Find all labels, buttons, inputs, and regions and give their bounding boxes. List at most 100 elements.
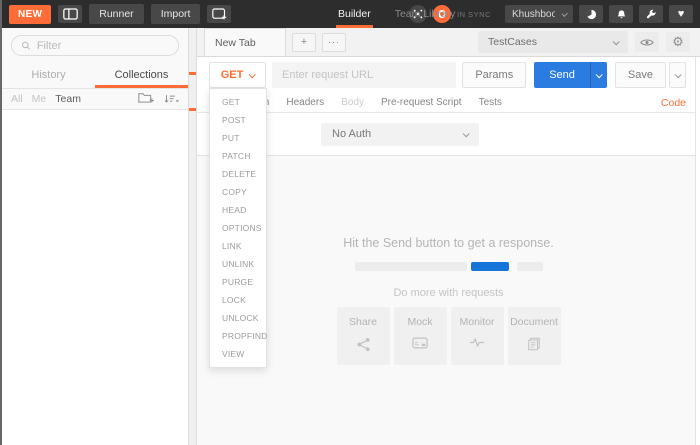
params-button[interactable]: Params <box>462 62 527 88</box>
search-icon <box>22 41 31 50</box>
eye-icon <box>640 38 654 46</box>
runner-button[interactable]: Runner <box>89 4 144 24</box>
send-options-button[interactable] <box>589 62 607 88</box>
sidebar-toggle-button[interactable] <box>58 5 83 23</box>
auth-type-select[interactable]: No Auth <box>321 122 479 146</box>
add-tab-button[interactable]: + <box>292 32 316 52</box>
send-button[interactable]: Send <box>534 62 590 88</box>
scope-me[interactable]: Me <box>32 93 47 105</box>
card-share-label: Share <box>348 316 378 328</box>
mock-server-icon <box>412 337 428 349</box>
method-option-propfind[interactable]: PROPFIND <box>210 327 267 345</box>
card-document[interactable]: Document <box>507 307 561 365</box>
method-option-patch[interactable]: PATCH <box>210 147 266 165</box>
filter-input[interactable] <box>36 39 169 52</box>
environment-name: TestCases <box>488 36 538 48</box>
card-mock[interactable]: Mock <box>393 307 447 365</box>
notifications-button[interactable] <box>609 5 633 23</box>
user-menu[interactable]: Khushboo ... <box>505 5 573 23</box>
url-input[interactable] <box>272 62 457 88</box>
response-hint: Hit the Send button to get a response. <box>343 236 554 250</box>
scope-filter-row: All Me Team <box>2 89 188 110</box>
method-option-unlock[interactable]: UNLOCK <box>210 309 266 327</box>
tab-history[interactable]: History <box>2 62 95 88</box>
splitter-handle-icon <box>189 72 196 75</box>
chevron-down-icon <box>596 70 604 78</box>
tab-tests[interactable]: Tests <box>479 97 502 108</box>
favorites-button[interactable]: ♥ <box>669 5 693 23</box>
request-url-row: GET Params Send Save <box>197 57 700 93</box>
collections-list[interactable] <box>2 110 188 445</box>
method-option-delete[interactable]: DELETE <box>210 165 266 183</box>
tab-team-library[interactable]: Team Library <box>393 0 458 28</box>
user-name: Khushboo ... <box>512 8 555 20</box>
method-option-post[interactable]: POST <box>210 111 266 129</box>
sort-icon <box>164 94 179 103</box>
scope-team[interactable]: Team <box>55 93 81 105</box>
tab-builder[interactable]: Builder <box>336 0 373 28</box>
method-option-link[interactable]: LINK <box>210 237 266 255</box>
builder-pane: New Tab + ··· TestCases ⚙ GET Enter requ… <box>197 28 700 445</box>
method-option-unlink[interactable]: UNLINK <box>210 255 266 273</box>
open-request-tab[interactable]: New Tab <box>204 28 286 56</box>
skeleton-segment <box>516 262 543 271</box>
document-icon <box>528 337 540 351</box>
more-tabs-button[interactable]: ··· <box>322 32 346 52</box>
splitter-handle-icon <box>189 108 196 111</box>
chevron-down-icon <box>674 70 682 78</box>
more-with-requests-label: Do more with requests <box>393 287 504 299</box>
tab-headers[interactable]: Headers <box>286 97 324 108</box>
new-button[interactable]: NEW <box>9 4 52 24</box>
card-document-label: Document <box>510 316 558 328</box>
environment-preview-button[interactable] <box>635 32 659 52</box>
gear-icon: ⚙ <box>672 34 684 49</box>
method-option-options[interactable]: OPTIONS <box>210 219 266 237</box>
share-icon <box>356 337 370 352</box>
chevron-down-icon <box>248 70 257 78</box>
method-label: GET <box>220 69 244 81</box>
tab-pre-request-script[interactable]: Pre-request Script <box>381 97 462 108</box>
top-bar: NEW Runner Import Builder Team Library I… <box>2 0 700 28</box>
sort-button[interactable] <box>164 92 179 107</box>
method-option-purge[interactable]: PURGE <box>210 273 266 291</box>
tab-body[interactable]: Body <box>341 97 364 108</box>
help-button[interactable] <box>579 5 603 23</box>
auth-type-value: No Auth <box>332 128 372 140</box>
card-mock-label: Mock <box>407 316 433 328</box>
code-link[interactable]: Code <box>661 97 686 109</box>
sidebar: History Collections All Me Team <box>2 28 188 445</box>
environment-select[interactable]: TestCases <box>478 31 628 53</box>
save-options-button[interactable] <box>669 62 686 88</box>
method-option-get[interactable]: GET <box>210 93 266 111</box>
method-dropdown-menu: GET POST PUT PATCH DELETE COPY HEAD OPTI… <box>209 88 267 368</box>
scope-icons <box>138 91 179 107</box>
filter-box <box>11 35 179 56</box>
card-share[interactable]: Share <box>336 307 390 365</box>
app-window: NEW Runner Import Builder Team Library I… <box>0 0 700 445</box>
pane-splitter[interactable] <box>188 28 197 445</box>
request-tab-title: New Tab <box>215 36 256 49</box>
folder-plus-icon <box>138 93 154 103</box>
import-button[interactable]: Import <box>150 4 201 24</box>
settings-button[interactable] <box>639 5 663 23</box>
new-folder-button[interactable] <box>138 91 154 107</box>
method-option-head[interactable]: HEAD <box>210 201 266 219</box>
environment-settings-button[interactable]: ⚙ <box>666 32 690 52</box>
method-option-view[interactable]: VIEW <box>210 345 266 363</box>
method-option-put[interactable]: PUT <box>210 129 266 147</box>
scope-all[interactable]: All <box>11 93 23 105</box>
tab-collections[interactable]: Collections <box>95 62 188 88</box>
help-icon <box>586 9 596 19</box>
new-window-button[interactable] <box>207 5 232 23</box>
sidebar-tabs: History Collections <box>2 62 188 89</box>
wrench-icon <box>646 9 656 18</box>
skeleton-segment-active <box>470 262 509 271</box>
method-select-button[interactable]: GET <box>209 62 266 88</box>
method-option-copy[interactable]: COPY <box>210 183 266 201</box>
save-button[interactable]: Save <box>614 62 666 88</box>
app-body: History Collections All Me Team <box>2 28 700 445</box>
method-option-lock[interactable]: LOCK <box>210 291 266 309</box>
card-monitor[interactable]: Monitor <box>450 307 504 365</box>
send-group: Send <box>534 62 607 88</box>
topbar-nav: Builder Team Library <box>336 0 457 28</box>
